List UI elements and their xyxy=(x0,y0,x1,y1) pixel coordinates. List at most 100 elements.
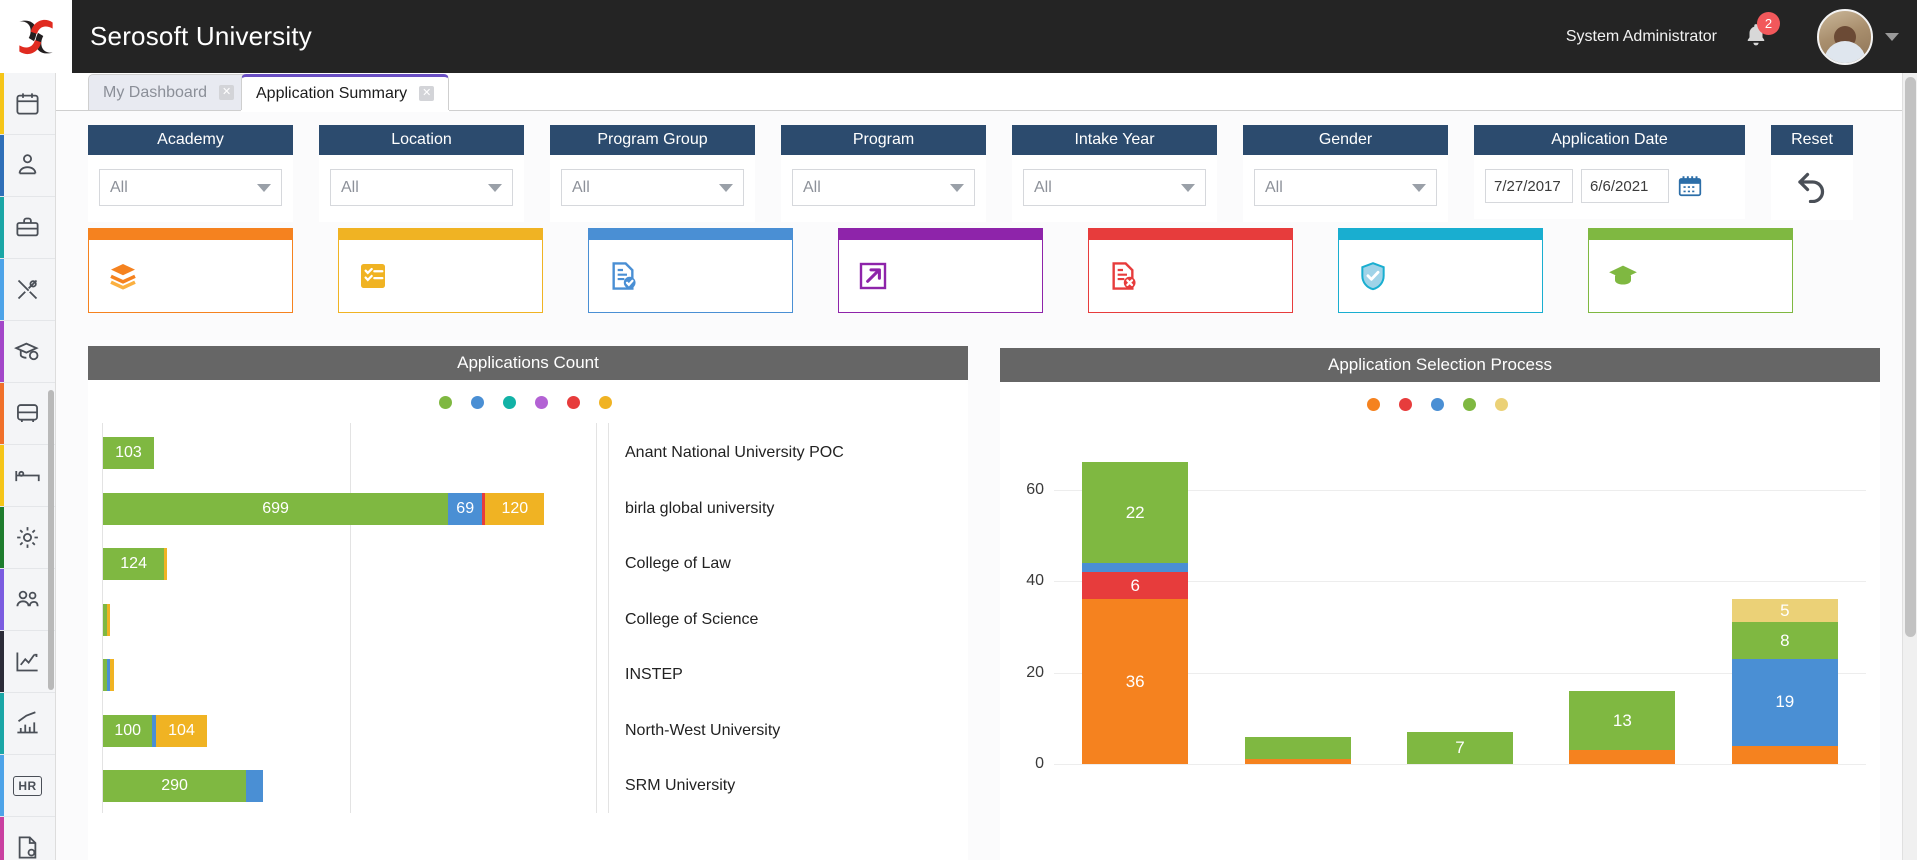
bar-segment[interactable] xyxy=(1731,745,1838,764)
bar-row[interactable]: 103 xyxy=(103,437,154,469)
bar-segment[interactable]: 22 xyxy=(1082,462,1189,563)
legend-item[interactable] xyxy=(599,396,617,409)
sidebar-item-calendar[interactable] xyxy=(0,73,55,135)
location-select[interactable]: All xyxy=(330,169,513,206)
intake-year-select[interactable]: All xyxy=(1023,169,1206,206)
legend-item[interactable] xyxy=(1431,398,1449,411)
panel-title: Applications Count xyxy=(88,346,968,380)
close-icon[interactable]: ✕ xyxy=(419,86,435,101)
bar-segment[interactable] xyxy=(1244,736,1351,760)
kpi-card-total-admissions[interactable] xyxy=(1588,228,1793,313)
bar-segment[interactable]: 104 xyxy=(155,714,208,747)
legend-color-dot xyxy=(1463,398,1476,411)
avatar[interactable] xyxy=(1817,8,1873,65)
applications-count-panel: Applications Count 103 699 69 120 124 100 104 2… xyxy=(88,346,968,860)
kpi-label xyxy=(88,228,293,240)
legend-item[interactable] xyxy=(1495,398,1513,411)
bar-segment[interactable]: 19 xyxy=(1731,658,1838,746)
bar-segment[interactable]: 13 xyxy=(1569,690,1676,751)
filter-body: All xyxy=(550,155,755,222)
kpi-card-approved[interactable] xyxy=(588,228,793,313)
sidebar-item-staff[interactable] xyxy=(0,135,55,197)
bar-segment[interactable]: 69 xyxy=(448,492,483,525)
bar-segment[interactable] xyxy=(1082,562,1189,573)
sidebar-item-transport[interactable] xyxy=(0,383,55,445)
y-axis-tick: 40 xyxy=(1026,572,1044,590)
scrollbar-thumb[interactable] xyxy=(1905,77,1916,637)
date-to-input[interactable]: 6/6/2021 xyxy=(1581,169,1669,203)
tab-my-dashboard[interactable]: My Dashboard ✕ xyxy=(88,74,250,110)
bar-segment[interactable]: 8 xyxy=(1731,622,1838,659)
sidebar-item-analytics[interactable] xyxy=(0,631,55,693)
bar-column[interactable]: 7 xyxy=(1407,732,1513,764)
bar-segment[interactable]: 120 xyxy=(485,492,545,525)
bar-segment[interactable] xyxy=(1569,750,1676,764)
legend-item[interactable] xyxy=(1367,398,1385,411)
tab-application-summary[interactable]: Application Summary ✕ xyxy=(241,74,450,110)
kpi-card-submitted[interactable] xyxy=(338,228,543,313)
reset-button[interactable] xyxy=(1794,167,1830,206)
legend-item[interactable] xyxy=(1399,398,1417,411)
bar-column[interactable] xyxy=(1244,736,1351,764)
sidebar-item-hr[interactable]: HR xyxy=(0,755,55,817)
sidebar-item-hostel[interactable] xyxy=(0,445,55,507)
bar-segment[interactable]: 290 xyxy=(103,770,247,802)
bar-column[interactable]: 36 6 22 xyxy=(1082,462,1189,764)
bar-column[interactable]: 19 8 5 xyxy=(1731,599,1838,764)
kpi-card-withdrawn[interactable] xyxy=(838,228,1043,313)
bar-segment[interactable] xyxy=(246,770,264,802)
gender-select[interactable]: All xyxy=(1254,169,1437,206)
bar-row[interactable]: 100 104 xyxy=(103,714,208,747)
date-from-input[interactable]: 7/27/2017 xyxy=(1485,169,1573,203)
checklist-icon xyxy=(357,260,389,292)
close-icon[interactable]: ✕ xyxy=(219,85,235,100)
bar-row[interactable]: 699 69 120 xyxy=(103,492,545,525)
bar-segment[interactable]: 6 xyxy=(1082,572,1189,600)
legend-item[interactable] xyxy=(503,396,521,409)
program-select[interactable]: All xyxy=(792,169,975,206)
bar-segment[interactable]: 103 xyxy=(103,437,154,469)
sidebar-item-briefcase[interactable] xyxy=(0,197,55,259)
bar-segment[interactable] xyxy=(1244,759,1351,764)
sidebar-item-tools[interactable] xyxy=(0,259,55,321)
application-selection-process-panel: Application Selection Process 0 20 40 60 36 6… xyxy=(1000,348,1880,860)
y-axis-tick: 60 xyxy=(1026,480,1044,498)
sidebar-item-settings[interactable] xyxy=(0,507,55,569)
program-group-select[interactable]: All xyxy=(561,169,744,206)
kpi-body xyxy=(338,240,543,313)
bar-segment[interactable] xyxy=(164,548,168,580)
bar-segment[interactable] xyxy=(109,659,114,691)
bar-segment[interactable]: 36 xyxy=(1082,599,1189,764)
bar-segment[interactable] xyxy=(107,603,111,636)
academy-select[interactable]: All xyxy=(99,169,282,206)
calendar-icon[interactable] xyxy=(1677,173,1703,199)
legend-item[interactable] xyxy=(535,396,553,409)
sidebar-item-documents[interactable] xyxy=(0,817,55,860)
kpi-card-total-applications[interactable] xyxy=(88,228,293,313)
bar-row[interactable] xyxy=(103,603,111,636)
bar-segment[interactable]: 7 xyxy=(1407,732,1513,764)
bar-segment[interactable]: 100 xyxy=(103,714,153,747)
sidebar-item-users[interactable] xyxy=(0,569,55,631)
kpi-card-offer-accepted[interactable] xyxy=(1338,228,1543,313)
legend-item[interactable] xyxy=(439,396,457,409)
notifications-button[interactable]: 2 xyxy=(1743,12,1780,52)
legend-item[interactable] xyxy=(1463,398,1481,411)
chevron-down-icon[interactable] xyxy=(1885,32,1899,41)
sidebar-scrollbar[interactable] xyxy=(48,390,54,690)
legend-item[interactable] xyxy=(471,396,489,409)
bar-segment[interactable]: 699 xyxy=(103,492,449,525)
kpi-card-rejected[interactable] xyxy=(1088,228,1293,313)
serosoft-swirl-logo[interactable] xyxy=(0,0,72,73)
bar-column[interactable]: 13 xyxy=(1569,690,1676,764)
filter-body: All xyxy=(1243,155,1448,222)
legend-item[interactable] xyxy=(567,396,585,409)
bar-row[interactable]: 124 xyxy=(103,548,168,580)
bar-segment[interactable]: 5 xyxy=(1731,599,1838,623)
bar-row[interactable]: 290 xyxy=(103,770,264,802)
page-scrollbar[interactable] xyxy=(1902,73,1917,860)
sidebar-item-reports[interactable] xyxy=(0,693,55,755)
bar-segment[interactable]: 124 xyxy=(103,548,165,580)
sidebar-item-scholarship[interactable] xyxy=(0,321,55,383)
bar-row[interactable] xyxy=(103,659,114,691)
